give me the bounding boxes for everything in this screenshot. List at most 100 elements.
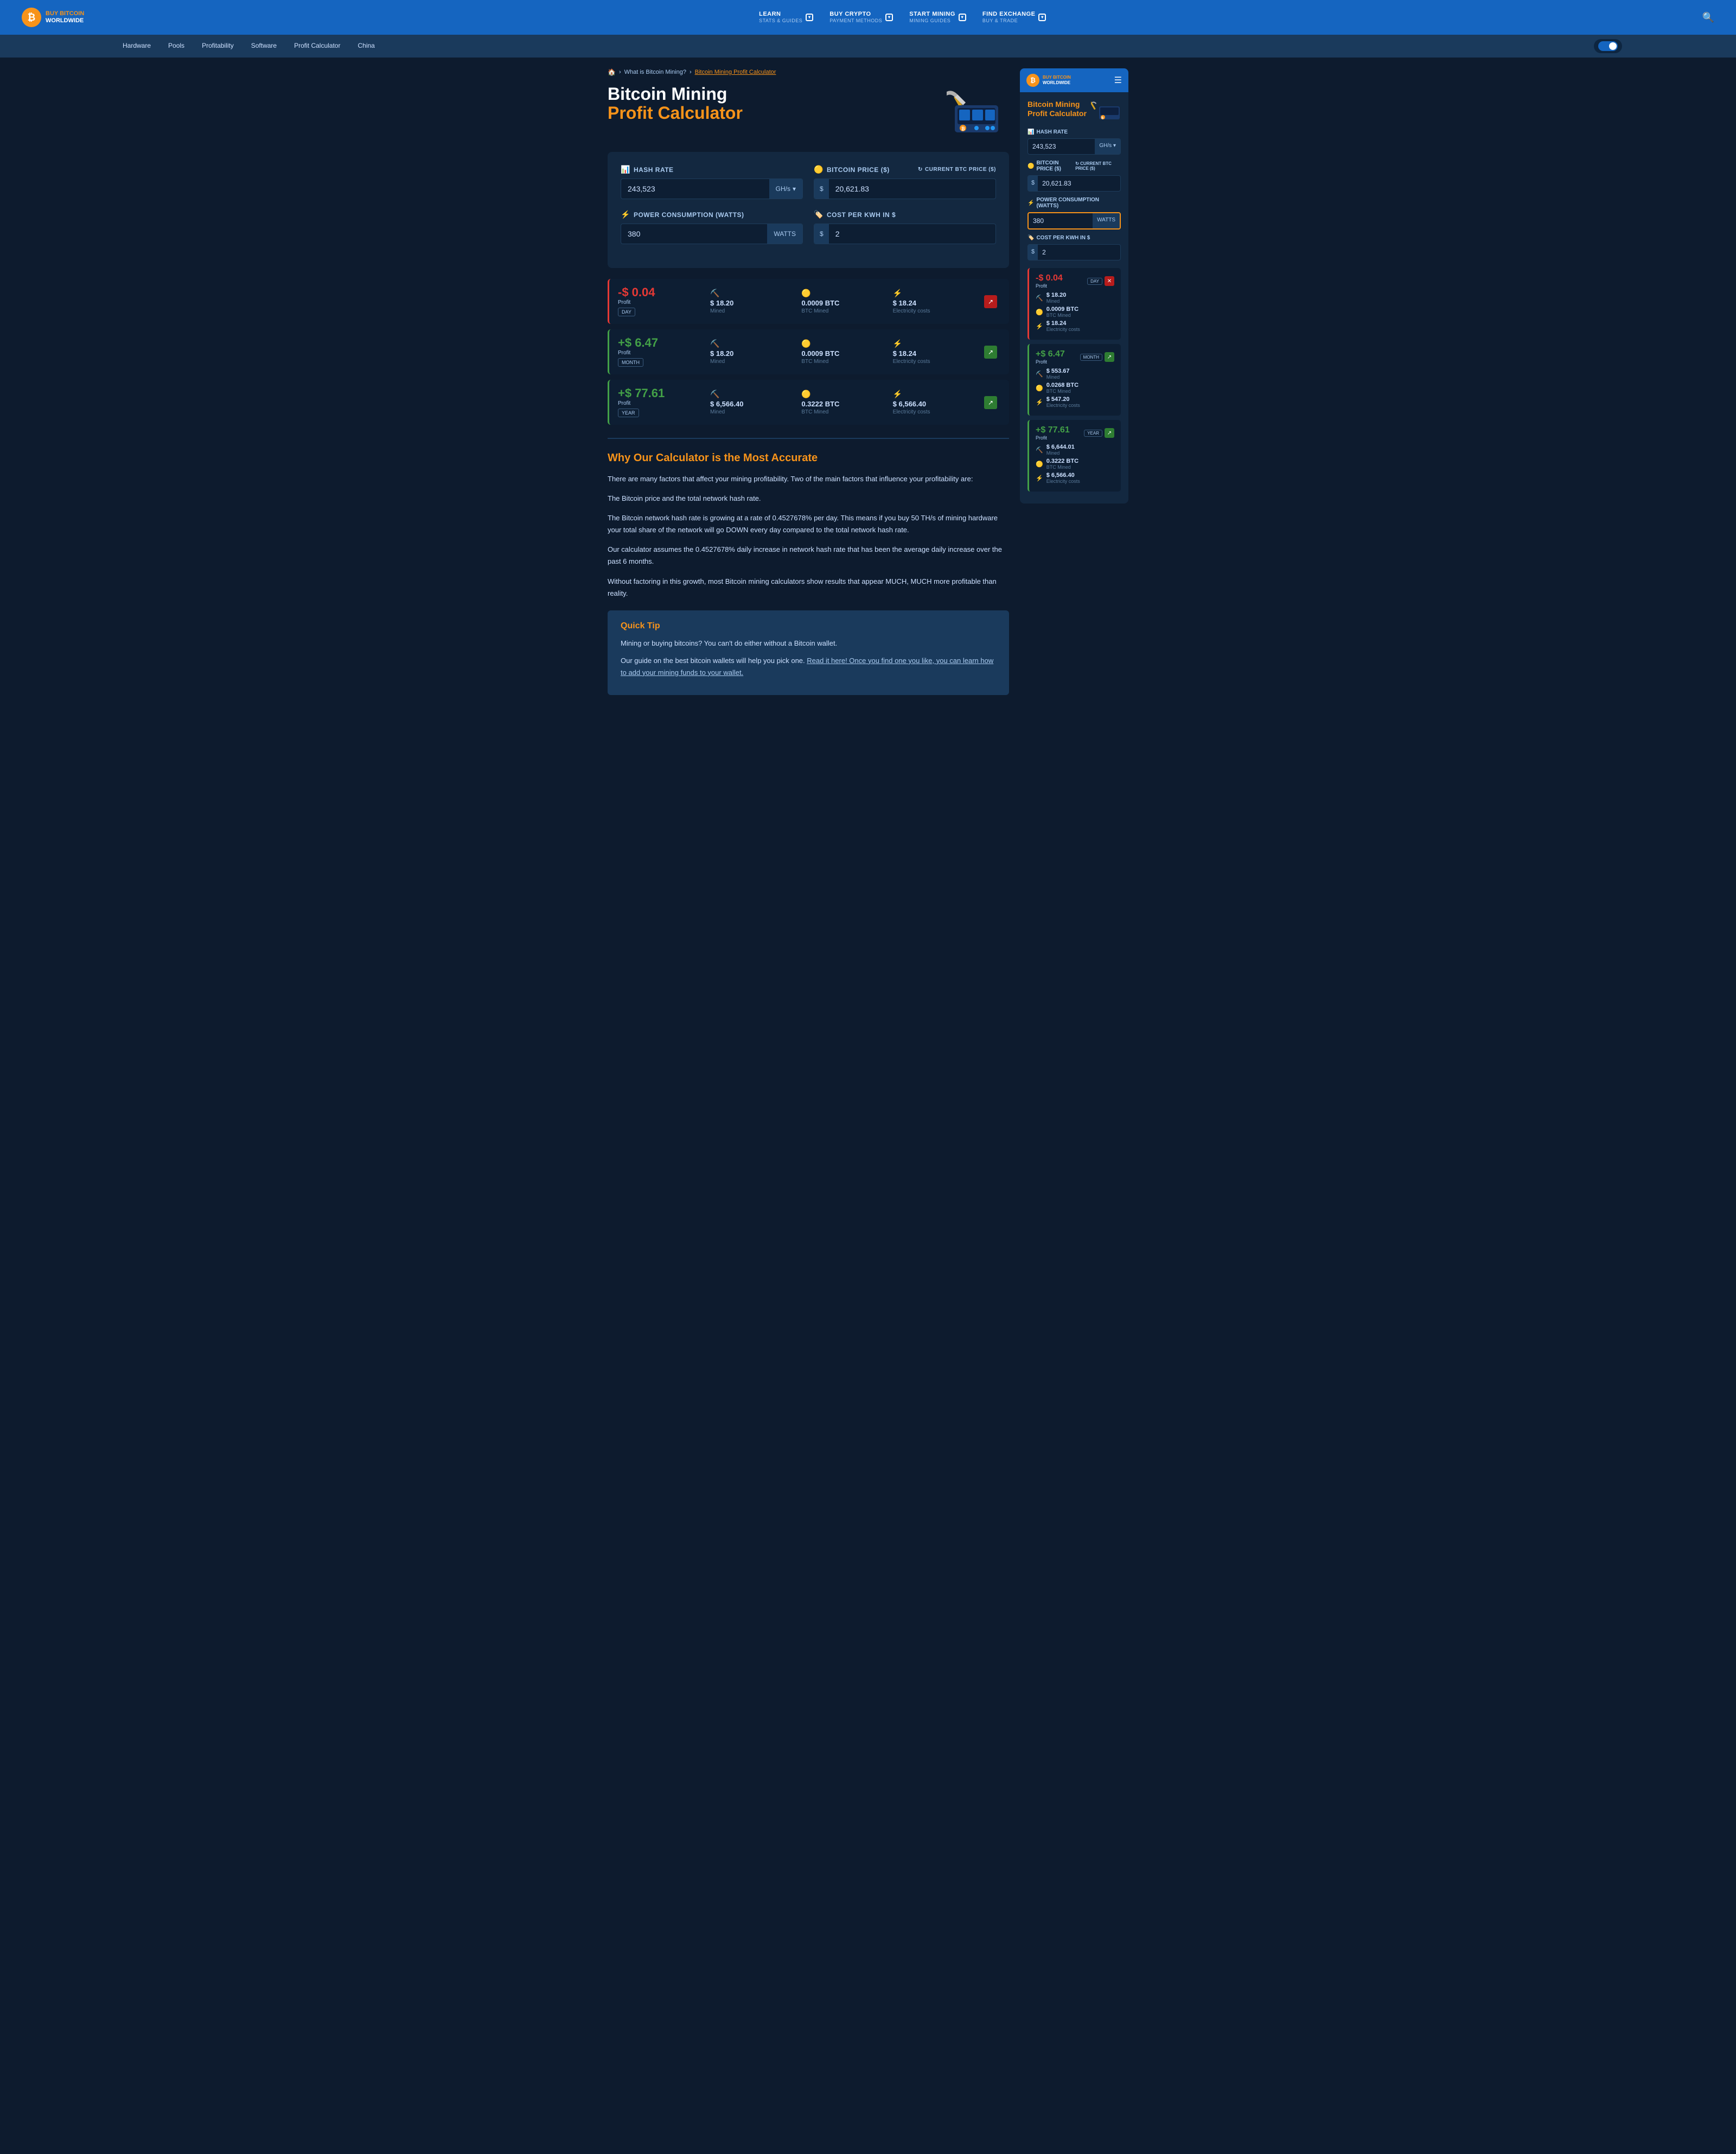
cost-icon: 🏷️ <box>814 210 824 219</box>
bitcoin-price-input-group: $ <box>814 179 996 199</box>
quick-tip-para-1: Mining or buying bitcoins? You can't do … <box>621 638 996 649</box>
btc-icon: 🟡 <box>801 289 887 298</box>
site-logo[interactable]: ₿ BUY BITCOIN WORLDWIDE <box>22 8 108 27</box>
sidebar-body: Bitcoin Mining Profit Calculator ₿ <box>1020 92 1128 504</box>
day-period-badge: DAY <box>618 308 635 316</box>
btc-icon: 🟡 <box>801 339 887 348</box>
day-mined-stat: ⛏️ $ 18.20 Mined <box>710 289 796 314</box>
nav-buy-crypto[interactable]: BUY CRYPTO Payment methods ▾ <box>829 11 893 24</box>
chevron-down-icon: ▾ <box>885 14 893 21</box>
sidebar-hashrate-input[interactable] <box>1028 139 1095 154</box>
month-arrow[interactable]: ↗ <box>984 346 997 359</box>
mined-icon: ⛏️ <box>710 390 796 399</box>
power-field: ⚡ Power consumption (watts) WATTS <box>621 210 803 244</box>
home-icon[interactable]: 🏠 <box>608 68 616 76</box>
content-para-4: Our calculator assumes the 0.4527678% da… <box>608 544 1009 568</box>
theme-toggle[interactable] <box>1594 39 1622 53</box>
sidebar-year-arrow[interactable]: ↗ <box>1105 428 1114 438</box>
top-navigation: ₿ BUY BITCOIN WORLDWIDE LEARN Stats & gu… <box>0 0 1736 35</box>
subnav-hardware[interactable]: Hardware <box>114 35 159 58</box>
mined-icon: ⛏️ <box>710 339 796 348</box>
sidebar-title: Bitcoin Mining Profit Calculator <box>1027 100 1087 118</box>
sidebar-cost-prefix: $ <box>1028 245 1038 260</box>
nav-items: LEARN Stats & guides ▾ BUY CRYPTO Paymen… <box>125 11 1681 24</box>
sidebar-day-badge: DAY <box>1087 278 1102 285</box>
sidebar-month-btc: 🟡 0.0268 BTC BTC Mined <box>1036 382 1114 394</box>
month-profit-value: +$ 6.47 <box>618 337 705 349</box>
current-btc-label: ↻ Current BTC price ($) <box>918 167 996 173</box>
nav-start-mining[interactable]: START MINING Mining guides ▾ <box>909 11 966 24</box>
sidebar-menu-icon[interactable]: ☰ <box>1114 75 1122 86</box>
year-mined-stat: ⛏️ $ 6,566.40 Mined <box>710 390 796 415</box>
mined-icon: ⛏️ <box>710 289 796 298</box>
bitcoin-price-field: 🟡 Bitcoin Price ($) ↻ Current BTC price … <box>814 165 996 199</box>
sidebar-current-btc: ↻ Current BTC price ($) <box>1075 161 1121 171</box>
logo-icon: ₿ <box>22 8 41 27</box>
electricity-icon: ⚡ <box>893 289 979 298</box>
sidebar-month-mined: ⛏️ $ 553.67 Mined <box>1036 368 1114 380</box>
sidebar-power-input[interactable] <box>1029 213 1093 228</box>
power-input[interactable] <box>621 224 767 244</box>
content-para-5: Without factoring in this growth, most B… <box>608 576 1009 600</box>
sidebar-year-electricity: ⚡ $ 6,566.40 Electricity costs <box>1036 472 1114 484</box>
subnav-software[interactable]: Software <box>242 35 285 58</box>
sidebar-cost-icon: 🏷️ <box>1027 235 1034 241</box>
result-row-year: +$ 77.61 Profit YEAR ⛏️ $ 6,566.40 Mined… <box>608 380 1009 425</box>
sidebar-day-profit-label: Profit <box>1036 283 1063 289</box>
sidebar-btc-price-input[interactable] <box>1038 176 1120 191</box>
sidebar-month-profit-label: Profit <box>1036 359 1065 365</box>
sidebar-month-header: +$ 6.47 Profit MONTH ↗ <box>1036 349 1114 365</box>
sidebar-header: ₿ BUY BITCOIN WORLDWIDE ☰ <box>1020 68 1128 92</box>
subnav-pools[interactable]: Pools <box>159 35 193 58</box>
sidebar-month-profit: +$ 6.47 <box>1036 349 1065 359</box>
sidebar-logo[interactable]: ₿ BUY BITCOIN WORLDWIDE <box>1026 74 1071 87</box>
cost-input[interactable] <box>829 224 995 244</box>
electricity-icon: ⚡ <box>893 390 979 399</box>
content-section: Why Our Calculator is the Most Accurate … <box>608 452 1009 695</box>
power-icon: ⚡ <box>621 210 630 219</box>
sidebar-cost-label: 🏷️ Cost per KWh in $ <box>1027 235 1121 241</box>
sub-navigation: Hardware Pools Profitability Software Pr… <box>0 35 1736 58</box>
sidebar-month-arrow[interactable]: ↗ <box>1105 352 1114 362</box>
sidebar-result-year: +$ 77.61 Profit YEAR ↗ ⛏️ $ 6,644.01 <box>1027 420 1121 492</box>
logo-text: BUY BITCOIN WORLDWIDE <box>46 10 84 24</box>
sidebar-btc-icon: 🟡 <box>1036 461 1043 468</box>
sidebar-title-area: Bitcoin Mining Profit Calculator ₿ <box>1027 100 1121 122</box>
chevron-down-icon: ▾ <box>1038 14 1046 21</box>
subnav-china[interactable]: China <box>349 35 383 58</box>
sidebar-hashrate-unit[interactable]: GH/s ▾ <box>1095 139 1120 154</box>
quick-tip-para-2: Our guide on the best bitcoin wallets wi… <box>621 655 996 679</box>
year-arrow[interactable]: ↗ <box>984 396 997 409</box>
hash-rate-unit-selector[interactable]: GH/s ▾ <box>769 179 802 199</box>
quick-tip-title: Quick Tip <box>621 621 996 631</box>
sidebar-day-btc: 🟡 0.0009 BTC BTC Mined <box>1036 306 1114 318</box>
price-prefix: $ <box>814 179 829 199</box>
sidebar-result-month: +$ 6.47 Profit MONTH ↗ ⛏️ $ 553.67 <box>1027 344 1121 416</box>
power-unit: WATTS <box>767 224 802 244</box>
day-profit-area: -$ 0.04 Profit DAY <box>618 286 705 316</box>
day-profit-value: -$ 0.04 <box>618 286 705 298</box>
subnav-profit-calculator[interactable]: Profit Calculator <box>285 35 349 58</box>
page-header: Bitcoin Mining Profit Calculator <box>608 85 1009 139</box>
sidebar-btc-icon: 🟡 <box>1027 163 1034 169</box>
day-arrow[interactable]: ↗ <box>984 295 997 308</box>
breadcrumb-calculator[interactable]: Bitcoin Mining Profit Calculator <box>695 69 776 75</box>
nav-learn[interactable]: LEARN Stats & guides ▾ <box>759 11 813 24</box>
sidebar-cost-input[interactable] <box>1038 245 1120 260</box>
bitcoin-price-input[interactable] <box>829 179 995 199</box>
sidebar-month-badge: MONTH <box>1080 354 1102 361</box>
sidebar-power-label: ⚡ Power consumption (watts) <box>1027 197 1121 209</box>
search-button[interactable]: 🔍 <box>1702 12 1714 23</box>
sidebar-btc-mined-icon: 🟡 <box>1036 309 1043 316</box>
svg-text:₿: ₿ <box>961 126 965 131</box>
sidebar-day-close[interactable]: ✕ <box>1105 276 1114 286</box>
nav-find-exchange[interactable]: FIND EXCHANGE Buy & trade ▾ <box>982 11 1046 24</box>
sidebar-day-electricity: ⚡ $ 18.24 Electricity costs <box>1036 320 1114 332</box>
hash-rate-input[interactable] <box>621 179 769 199</box>
sidebar-power-icon: ⚡ <box>1027 200 1034 206</box>
breadcrumb-mining[interactable]: What is Bitcoin Mining? <box>624 69 686 75</box>
subnav-profitability[interactable]: Profitability <box>193 35 242 58</box>
chevron-down-icon: ▾ <box>806 14 813 21</box>
sidebar-hashrate-icon: 📊 <box>1027 129 1034 135</box>
year-period-badge: YEAR <box>618 409 639 417</box>
